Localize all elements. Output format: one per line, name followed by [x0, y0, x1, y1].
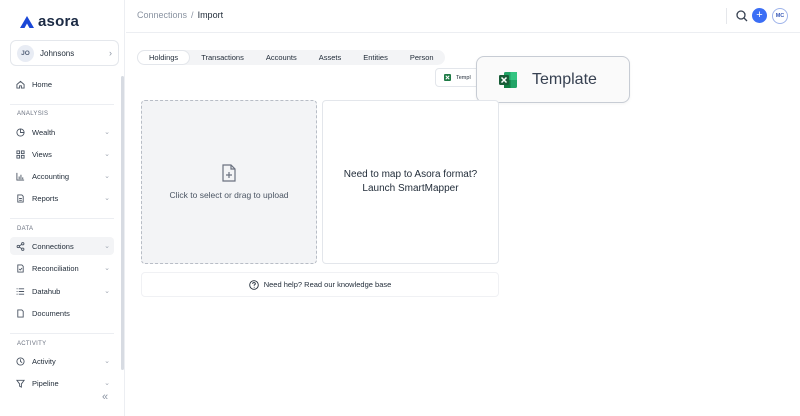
chevron-down-icon: ⌄ [104, 129, 110, 136]
chevron-right-icon: › [109, 48, 112, 58]
breadcrumb: Connections / Import [137, 10, 223, 20]
tab-assets[interactable]: Assets [308, 50, 353, 65]
sidebar-scrollbar[interactable] [121, 76, 124, 370]
excel-icon [444, 74, 451, 81]
smartmapper-card[interactable]: Need to map to Asora format? Launch Smar… [322, 100, 499, 264]
search-icon [736, 10, 748, 22]
chevron-down-icon: ⌄ [104, 173, 110, 180]
import-tabs: Holdings Transactions Accounts Assets En… [137, 50, 445, 65]
file-icon [15, 308, 25, 318]
sidebar-item-label: Accounting [32, 171, 70, 181]
search-button[interactable] [735, 9, 749, 23]
top-bar: Connections / Import + MC [126, 0, 800, 33]
sidebar-item-wealth[interactable]: Wealth ⌄ [10, 123, 114, 141]
logo[interactable]: asora [20, 13, 79, 30]
sidebar-item-label: Home [32, 79, 53, 89]
tab-person[interactable]: Person [399, 50, 445, 65]
tab-holdings[interactable]: Holdings [137, 50, 191, 65]
tab-entities[interactable]: Entities [352, 50, 399, 65]
sidebar-item-views[interactable]: Views ⌄ [10, 145, 114, 163]
sidebar-item-label: Activity [32, 356, 56, 366]
home-icon [15, 79, 25, 89]
grid-icon [15, 149, 25, 159]
chevron-down-icon: ⌄ [104, 151, 110, 158]
upload-instruction: Click to select or drag to upload [169, 190, 289, 200]
list-icon [15, 286, 25, 296]
section-label-analysis: ANALYSIS [17, 111, 49, 117]
chevron-down-icon: ⌄ [104, 288, 110, 295]
asora-logo-icon [20, 15, 34, 28]
chevron-down-icon: ⌄ [104, 243, 110, 250]
account-name: Johnsons [40, 48, 75, 58]
brand-name: asora [38, 13, 80, 30]
chevron-down-icon: ⌄ [104, 265, 110, 272]
smartmapper-question: Need to map to Asora format? [343, 169, 478, 180]
chevron-down-icon: ⌄ [104, 358, 110, 365]
sidebar-item-connections[interactable]: Connections ⌄ [10, 237, 114, 255]
upload-dropzone[interactable]: Click to select or drag to upload [141, 100, 317, 264]
sidebar-item-label: Documents [32, 308, 70, 318]
sidebar-item-accounting[interactable]: Accounting ⌄ [10, 167, 114, 185]
excel-icon [498, 71, 518, 89]
sidebar: asora JO Johnsons › Home ANALYSIS Wealth… [0, 0, 125, 416]
sidebar-item-activity[interactable]: Activity ⌄ [10, 352, 114, 370]
sidebar-item-reconciliation[interactable]: Reconciliation ⌄ [10, 259, 114, 277]
user-menu-button[interactable]: MC [772, 8, 788, 24]
template-popover-label: Template [532, 70, 597, 88]
pie-chart-icon [15, 127, 25, 137]
sidebar-divider [10, 333, 114, 334]
template-button-label: Templ [456, 74, 471, 81]
template-popover[interactable]: Template [476, 56, 630, 103]
sidebar-item-label: Views [32, 149, 52, 159]
sidebar-divider [10, 218, 114, 219]
collapse-sidebar-icon[interactable]: « [102, 391, 108, 403]
sidebar-divider [10, 104, 114, 105]
document-icon [15, 193, 25, 203]
sidebar-item-label: Connections [32, 241, 74, 251]
sidebar-item-label: Pipeline [32, 378, 59, 388]
template-download-button[interactable]: Templ [435, 68, 480, 87]
sidebar-item-label: Reports [32, 193, 59, 203]
help-link[interactable]: Need help? Read our knowledge base [141, 272, 499, 297]
account-switcher[interactable]: JO Johnsons › [10, 40, 119, 66]
file-check-icon [15, 263, 25, 273]
tab-accounts[interactable]: Accounts [255, 50, 308, 65]
help-text: Need help? Read our knowledge base [263, 280, 392, 289]
sidebar-item-home[interactable]: Home [10, 75, 114, 93]
breadcrumb-connections-link[interactable]: Connections [137, 10, 187, 20]
chevron-down-icon: ⌄ [104, 380, 110, 387]
section-label-data: DATA [17, 226, 34, 232]
plus-icon: + [756, 9, 763, 21]
share-icon [15, 241, 25, 251]
clock-icon [15, 356, 25, 366]
launch-smartmapper-link[interactable]: Launch SmartMapper [362, 182, 458, 196]
section-label-activity: ACTIVITY [17, 341, 47, 347]
topbar-divider [726, 8, 727, 24]
sidebar-item-label: Wealth [32, 127, 56, 137]
sidebar-item-reports[interactable]: Reports ⌄ [10, 189, 114, 207]
sidebar-item-label: Reconciliation [32, 263, 79, 273]
sidebar-item-documents[interactable]: Documents [10, 304, 114, 322]
file-plus-icon [222, 164, 236, 182]
breadcrumb-separator: / [191, 10, 194, 20]
chevron-down-icon: ⌄ [104, 195, 110, 202]
account-avatar: JO [17, 44, 34, 62]
sidebar-item-datahub[interactable]: Datahub ⌄ [10, 282, 114, 300]
bar-chart-icon [15, 171, 25, 181]
help-circle-icon [248, 279, 259, 290]
sidebar-item-pipeline[interactable]: Pipeline ⌄ [10, 374, 114, 392]
filter-icon [15, 378, 25, 388]
breadcrumb-current: Import [197, 10, 224, 20]
sidebar-item-label: Datahub [32, 286, 61, 296]
tab-transactions[interactable]: Transactions [190, 50, 255, 65]
add-button[interactable]: + [752, 8, 767, 23]
